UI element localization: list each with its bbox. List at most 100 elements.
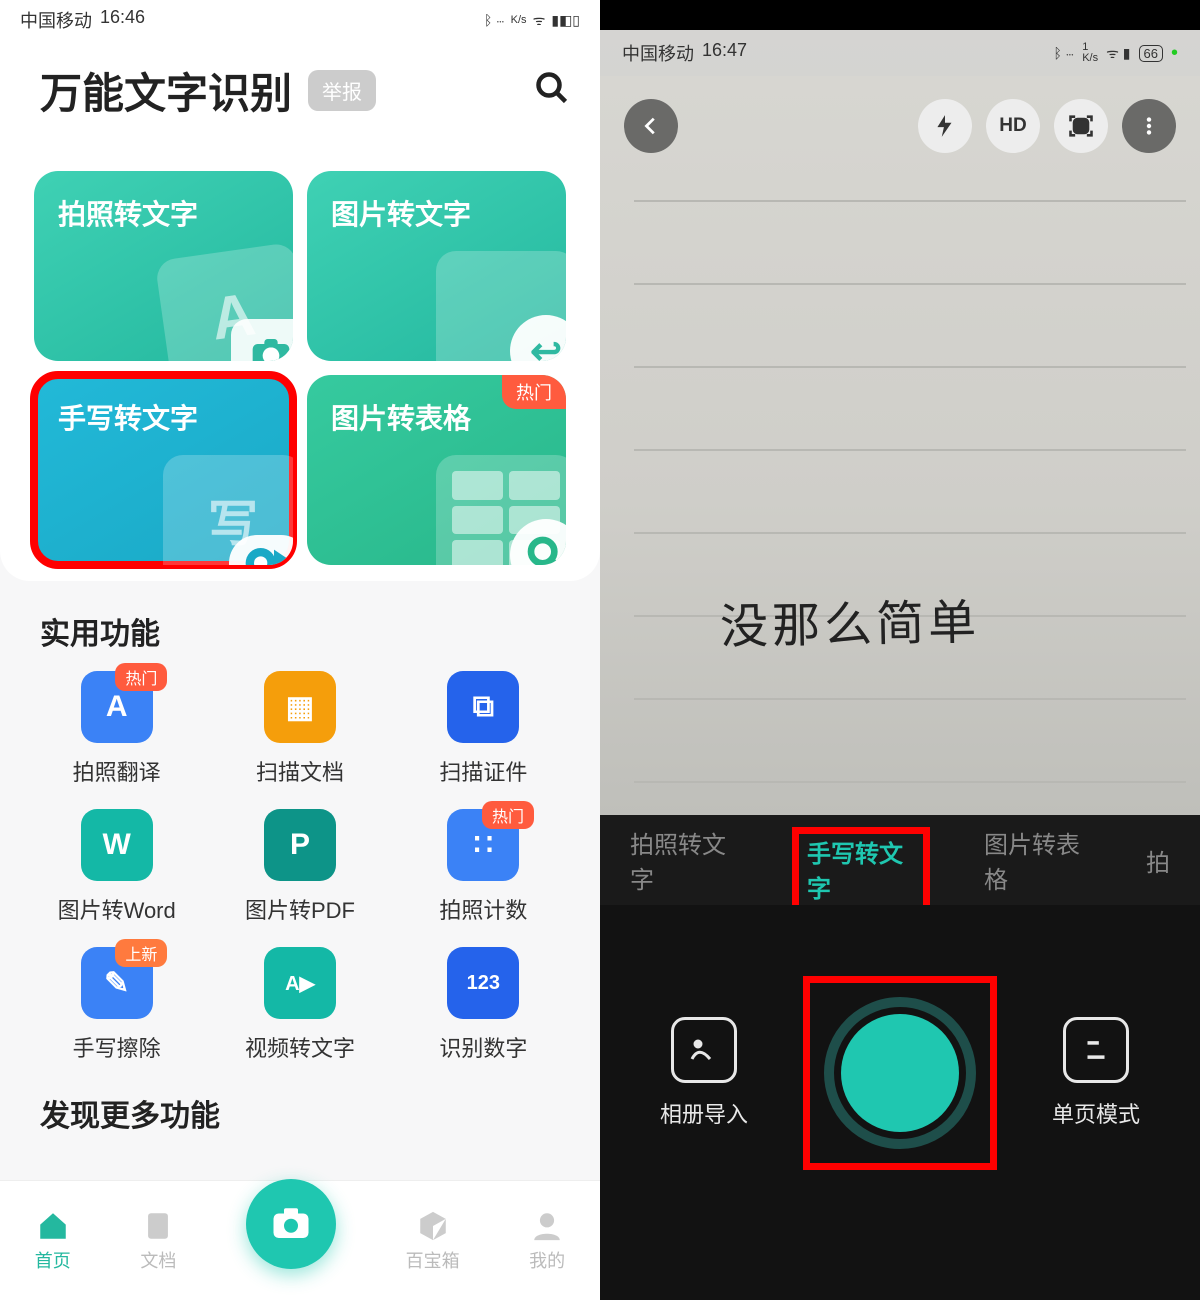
search-icon	[534, 70, 570, 106]
camera-icon	[270, 1203, 312, 1245]
gallery-icon	[671, 1017, 737, 1083]
back-button[interactable]	[624, 99, 678, 153]
func-label: 拍照翻译	[73, 755, 161, 787]
scan-id-icon: ⧉	[447, 671, 519, 743]
mode-image-table[interactable]: 图片转表格	[984, 825, 1092, 895]
carrier-label: 中国移动	[20, 7, 92, 33]
chevron-left-icon	[640, 115, 662, 137]
doc-icon	[141, 1209, 175, 1243]
func-label: 图片转PDF	[245, 893, 355, 925]
mode-photo-partial[interactable]: 拍	[1146, 843, 1170, 878]
func-photo-translate[interactable]: 热门 A 拍照翻译	[30, 671, 203, 787]
mode-handwriting-text[interactable]: 手写转文字	[792, 827, 930, 905]
new-badge: 上新	[115, 939, 167, 967]
camera-mode-strip[interactable]: 拍照转文字 手写转文字 图片转表格 拍	[600, 815, 1200, 905]
wifi-icon: ᯤ	[533, 11, 546, 30]
hd-button[interactable]: HD	[986, 99, 1040, 153]
number-icon: 123	[447, 947, 519, 1019]
report-button[interactable]: 举报	[308, 70, 376, 111]
section-discover-title: 发现更多功能	[0, 1063, 600, 1135]
capture-icon	[1067, 112, 1095, 140]
page-mode-button[interactable]: 单页模式	[1052, 1017, 1140, 1129]
battery-icon: 66	[1139, 45, 1163, 62]
func-label: 识别数字	[439, 1031, 527, 1063]
status-bar-right: 中国移动 16:47 ᛒ ⋯ 1K/s ᯤ ▮ 66 •	[600, 30, 1200, 76]
nav-label: 百宝箱	[406, 1247, 460, 1273]
camera-top-bar: HD	[600, 86, 1200, 166]
net-speed: 1K/s	[1082, 42, 1098, 64]
video-icon: A▶	[264, 947, 336, 1019]
practical-functions-grid: 热门 A 拍照翻译 ▦ 扫描文档 ⧉ 扫描证件 W 图片转Word P 图片转P…	[0, 671, 600, 1063]
page-mode-label: 单页模式	[1052, 1097, 1140, 1129]
search-button[interactable]	[534, 70, 570, 111]
func-scan-id[interactable]: ⧉ 扫描证件	[397, 671, 570, 787]
shutter-highlight	[803, 976, 997, 1170]
func-label: 拍照计数	[439, 893, 527, 925]
nav-docs[interactable]: 文档	[140, 1209, 176, 1273]
func-label: 手写擦除	[73, 1031, 161, 1063]
mode-photo-text[interactable]: 拍照转文字	[630, 825, 738, 895]
card-photo-to-text[interactable]: 拍照转文字 A	[34, 171, 293, 361]
func-erase-handwriting[interactable]: 上新 ✎ 手写擦除	[30, 947, 203, 1063]
func-label: 扫描证件	[439, 755, 527, 787]
card-image-to-text[interactable]: 图片转文字 ↩	[307, 171, 566, 361]
card-label: 图片转表格	[331, 403, 471, 434]
word-icon: W	[81, 809, 153, 881]
func-label: 图片转Word	[58, 893, 176, 925]
home-screen: 中国移动 16:46 ᛒ ⋯ K/s ᯤ ▮◧▯ 万能文字识别 举报 拍照转文字…	[0, 0, 600, 1300]
more-vert-icon	[1138, 115, 1160, 137]
carrier-label: 中国移动	[622, 40, 694, 66]
nav-me[interactable]: 我的	[529, 1209, 565, 1273]
nav-label: 首页	[35, 1247, 71, 1273]
pdf-icon: P	[264, 809, 336, 881]
page-mode-icon	[1063, 1017, 1129, 1083]
bt-icon: ᛒ ⋯	[1054, 45, 1075, 61]
flash-icon	[932, 113, 958, 139]
person-icon	[530, 1209, 564, 1243]
bottom-nav: 首页 文档 百宝箱 我的	[0, 1180, 600, 1300]
card-label: 手写转文字	[58, 403, 198, 434]
func-label: 扫描文档	[256, 755, 344, 787]
handwriting-text: 没那么简单	[719, 583, 980, 658]
section-practical-title: 实用功能	[0, 581, 600, 671]
shutter-button[interactable]	[824, 997, 976, 1149]
camera-controls: 相册导入 单页模式	[600, 905, 1200, 1300]
home-icon	[36, 1209, 70, 1243]
hot-badge: 热门	[482, 801, 534, 829]
card-handwriting-to-text[interactable]: 手写转文字 写	[34, 375, 293, 565]
gallery-import-button[interactable]: 相册导入	[660, 1017, 748, 1129]
capture-mode-button[interactable]	[1054, 99, 1108, 153]
camera-screen: 没那么简单 中国移动 16:47 ᛒ ⋯ 1K/s ᯤ ▮ 66 •	[600, 0, 1200, 1300]
shutter-inner	[841, 1014, 959, 1132]
nav-home[interactable]: 首页	[35, 1209, 71, 1273]
func-image-pdf[interactable]: P 图片转PDF	[213, 809, 386, 925]
nav-camera-button[interactable]	[246, 1179, 336, 1269]
signal-icon: ▮◧▯	[551, 12, 580, 29]
card-image-to-table[interactable]: 热门 图片转表格	[307, 375, 566, 565]
more-button[interactable]	[1122, 99, 1176, 153]
func-number-recog[interactable]: 123 识别数字	[397, 947, 570, 1063]
func-label: 视频转文字	[245, 1031, 355, 1063]
box-icon	[416, 1209, 450, 1243]
func-photo-count[interactable]: 热门 ∷ 拍照计数	[397, 809, 570, 925]
app-title: 万能文字识别	[40, 60, 292, 121]
nav-label: 我的	[529, 1247, 565, 1273]
func-image-word[interactable]: W 图片转Word	[30, 809, 203, 925]
hot-badge: 热门	[502, 375, 566, 409]
net-speed: K/s	[511, 14, 527, 26]
app-header: 万能文字识别 举报	[0, 40, 600, 151]
card-label: 拍照转文字	[58, 199, 198, 230]
time-label: 16:47	[702, 40, 747, 66]
status-bar-left: 中国移动 16:46 ᛒ ⋯ K/s ᯤ ▮◧▯	[0, 0, 600, 40]
flash-button[interactable]	[918, 99, 972, 153]
hd-icon: HD	[999, 115, 1026, 137]
hot-badge: 热门	[115, 663, 167, 691]
bt-icon: ᛒ ⋯	[484, 12, 505, 28]
scan-doc-icon: ▦	[264, 671, 336, 743]
wifi-icon: ᯤ ▮	[1106, 44, 1130, 63]
nav-toolbox[interactable]: 百宝箱	[406, 1209, 460, 1273]
card-label: 图片转文字	[331, 199, 471, 230]
time-label: 16:46	[100, 7, 145, 33]
func-video-text[interactable]: A▶ 视频转文字	[213, 947, 386, 1063]
func-scan-doc[interactable]: ▦ 扫描文档	[213, 671, 386, 787]
